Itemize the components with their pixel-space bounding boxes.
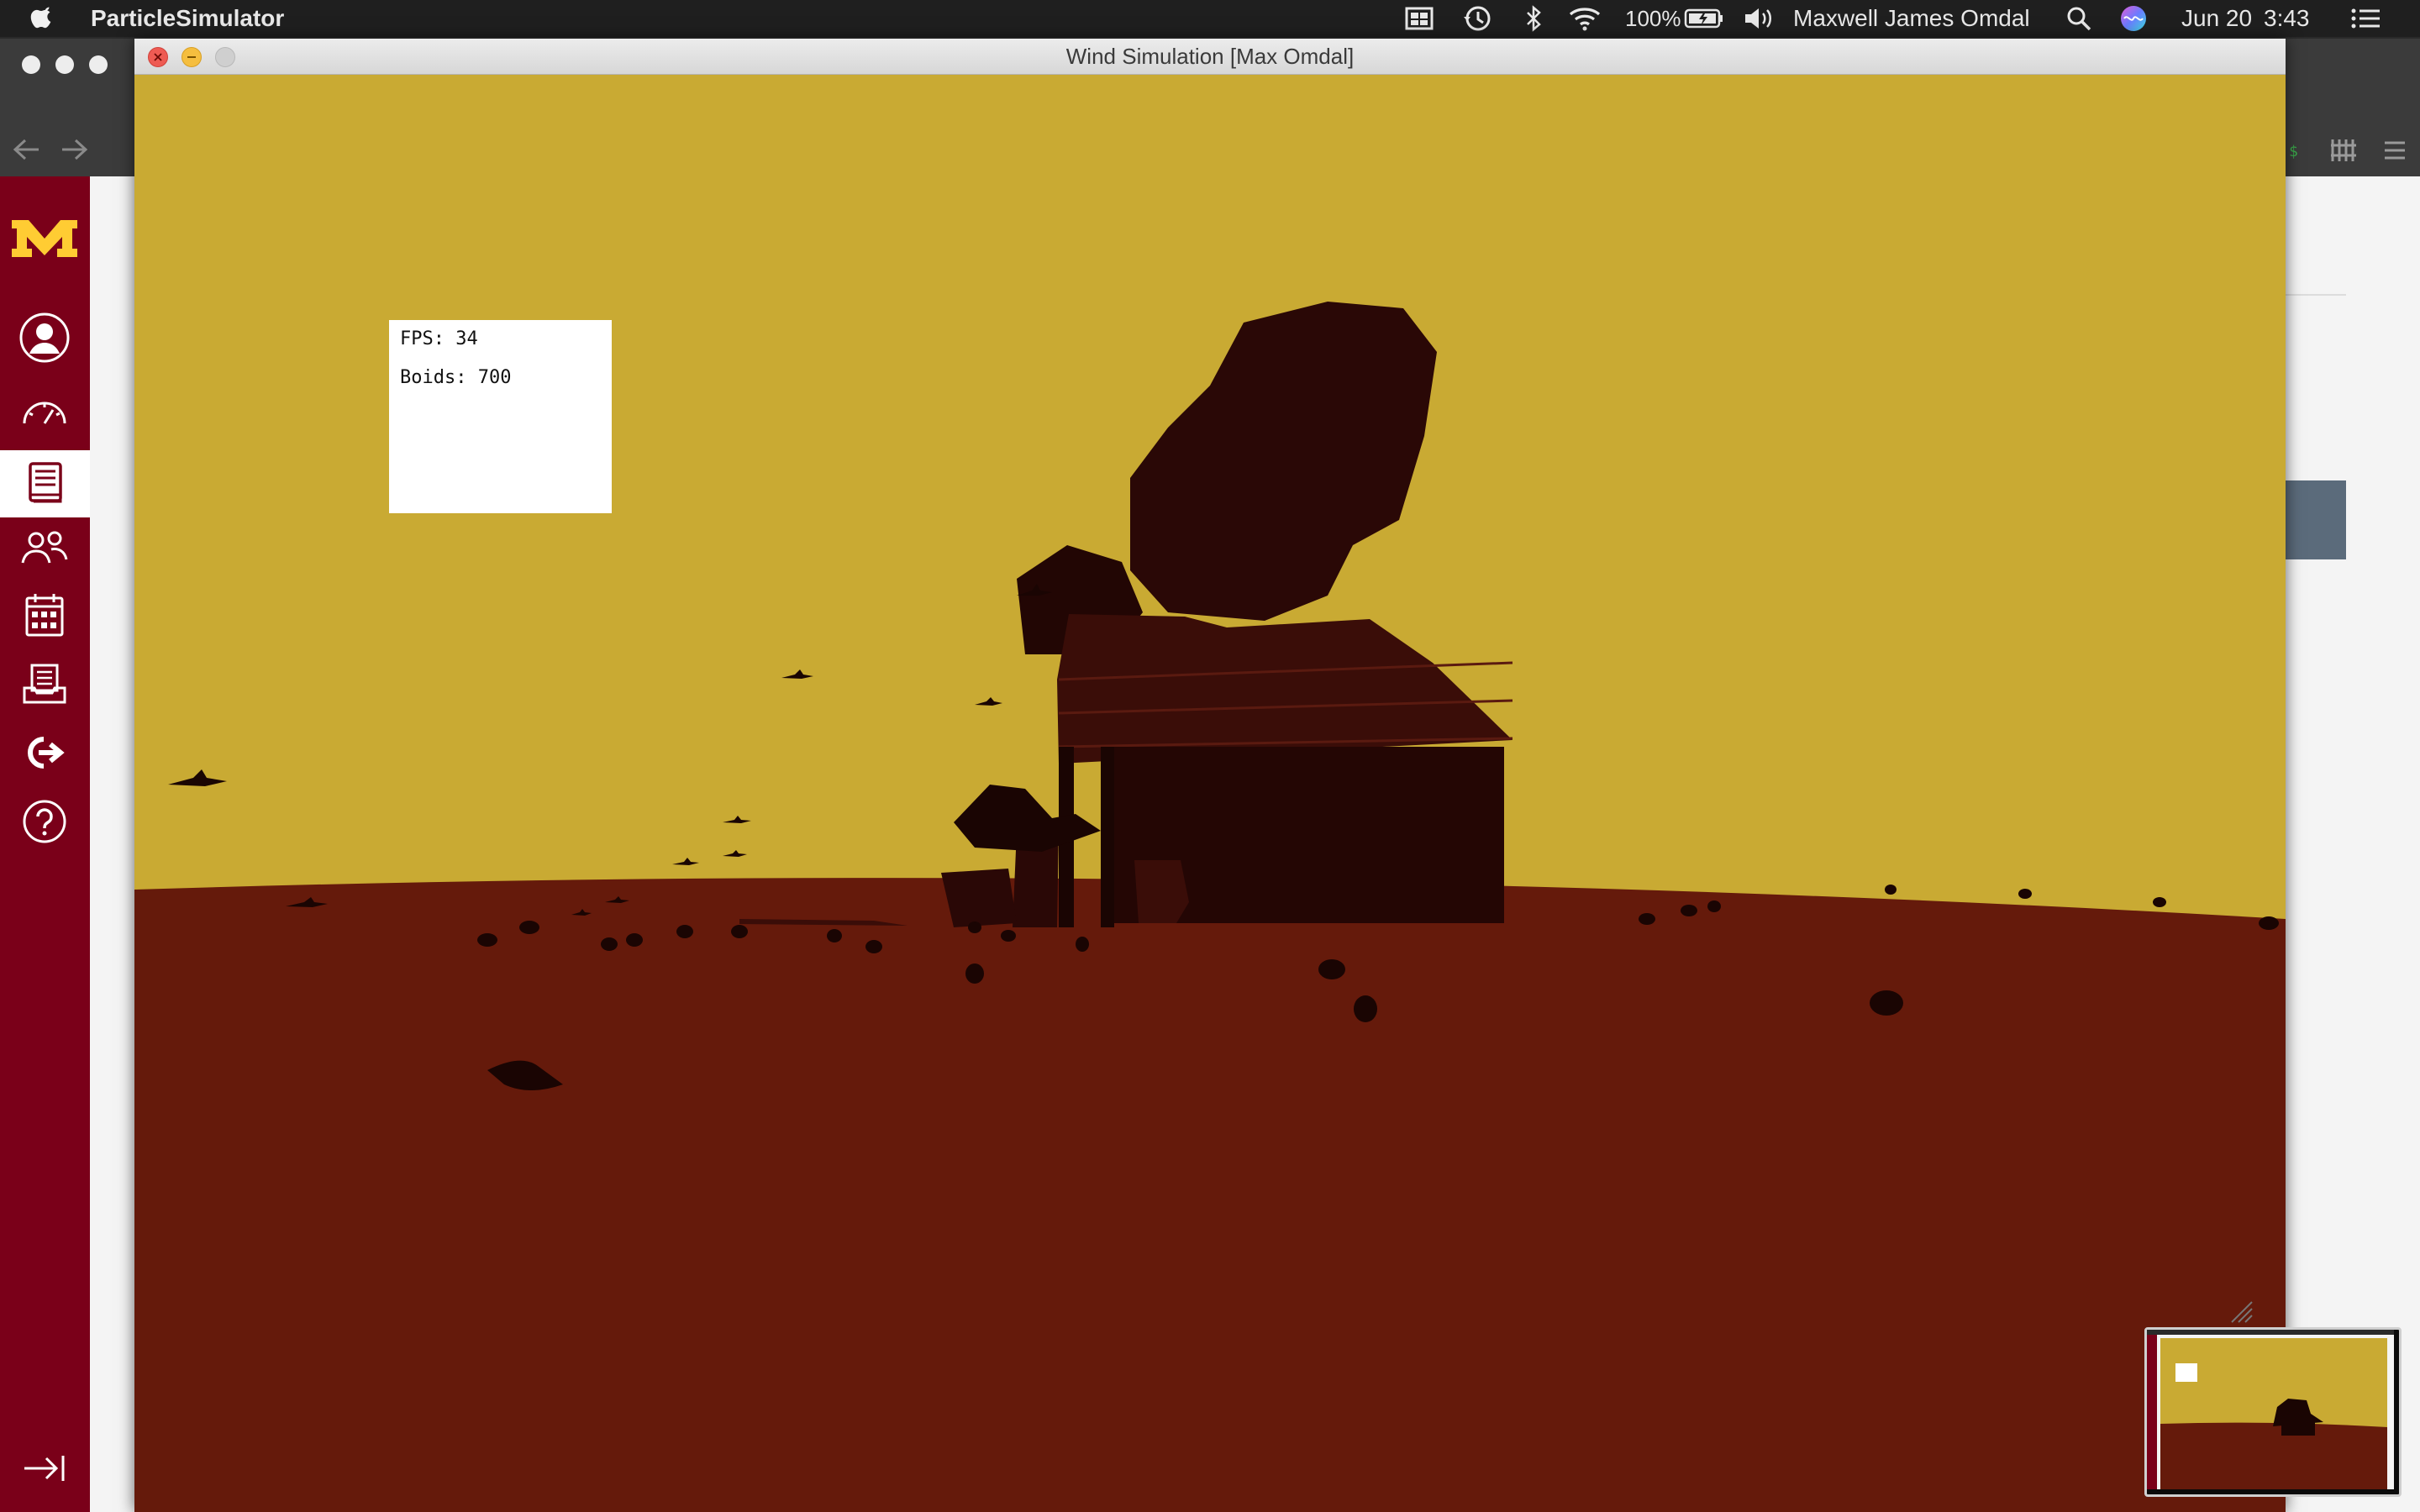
resize-handle-icon[interactable] xyxy=(2228,1299,2254,1328)
mission-control-icon[interactable] xyxy=(1405,0,1434,37)
boid xyxy=(2153,897,2166,907)
commons-icon[interactable] xyxy=(13,726,76,780)
help-icon[interactable] xyxy=(13,795,76,848)
menu-bar: ParticleSimulator 100% Maxwell James Omd… xyxy=(0,0,2420,37)
boid-count-label: Boids: 700 xyxy=(400,367,512,388)
boid xyxy=(1354,995,1377,1022)
calendar-icon[interactable] xyxy=(13,588,76,642)
global-nav xyxy=(0,176,90,1512)
boid xyxy=(477,933,497,947)
boid xyxy=(827,929,842,942)
left-pot xyxy=(941,869,1017,927)
time[interactable]: 3:43 xyxy=(2264,0,2310,37)
menu-icon[interactable] xyxy=(2383,139,2407,165)
boid xyxy=(1001,930,1016,942)
screenshot-thumbnail[interactable] xyxy=(2144,1327,2402,1497)
bg-panel-block xyxy=(2286,480,2346,559)
boid xyxy=(1639,913,1655,925)
boid xyxy=(519,921,539,934)
battery-percent: 100% xyxy=(1625,6,1681,31)
boid xyxy=(1870,990,1903,1016)
volume-icon[interactable] xyxy=(1743,0,1776,37)
boid xyxy=(1318,959,1345,979)
simulation-window[interactable]: Wind Simulation [Max Omdal] FPS: 34 Boid… xyxy=(134,39,2286,1512)
boid xyxy=(1885,885,1897,895)
app-name[interactable]: ParticleSimulator xyxy=(91,0,284,37)
university-logo[interactable] xyxy=(8,217,81,260)
svg-text:$: $ xyxy=(2289,143,2298,160)
siri-icon[interactable] xyxy=(2119,0,2148,37)
boid xyxy=(2259,916,2279,930)
boid xyxy=(865,940,882,953)
spotlight-icon[interactable] xyxy=(2065,0,2092,37)
account-icon[interactable] xyxy=(13,311,76,365)
3d-scene[interactable] xyxy=(134,75,2286,1512)
back-icon[interactable] xyxy=(12,138,42,165)
ground xyxy=(134,878,2286,1512)
battery-icon[interactable] xyxy=(1684,0,1724,37)
title-bar[interactable]: Wind Simulation [Max Omdal] xyxy=(134,39,2286,75)
dashboard-icon[interactable] xyxy=(13,383,76,437)
bluetooth-icon[interactable] xyxy=(1524,0,1544,37)
boid xyxy=(1681,905,1697,916)
inbox-icon[interactable] xyxy=(13,657,76,711)
boid xyxy=(2018,889,2032,899)
notification-center-icon[interactable] xyxy=(2349,0,2383,37)
apple-icon[interactable] xyxy=(30,0,52,37)
window-title: Wind Simulation [Max Omdal] xyxy=(1065,44,1355,69)
boid xyxy=(626,933,643,947)
user-name[interactable]: Maxwell James Omdal xyxy=(1793,0,2030,37)
boid xyxy=(1707,900,1721,912)
bg-minimize-dot[interactable] xyxy=(55,55,74,74)
thumbnail-preview xyxy=(2147,1330,2394,1489)
boid xyxy=(676,925,693,938)
barrel xyxy=(1134,860,1189,923)
boid xyxy=(968,921,981,933)
wifi-icon[interactable] xyxy=(1568,0,1602,37)
boid xyxy=(1076,937,1089,952)
stats-panel: FPS: 34 Boids: 700 xyxy=(389,320,612,513)
bg-zoom-dot[interactable] xyxy=(89,55,108,74)
bg-close-dot[interactable] xyxy=(22,55,40,74)
fps-label: FPS: 34 xyxy=(400,328,478,349)
forward-icon[interactable] xyxy=(59,138,89,165)
time-machine-icon[interactable] xyxy=(1462,0,1492,37)
boid xyxy=(965,963,984,984)
date[interactable]: Jun 20 xyxy=(2181,0,2252,37)
library-icon[interactable] xyxy=(2329,138,2360,167)
boid xyxy=(731,925,748,938)
boid xyxy=(601,937,618,951)
collapse-icon[interactable] xyxy=(13,1441,76,1495)
courses-icon[interactable] xyxy=(0,450,90,517)
groups-icon[interactable] xyxy=(13,521,76,575)
